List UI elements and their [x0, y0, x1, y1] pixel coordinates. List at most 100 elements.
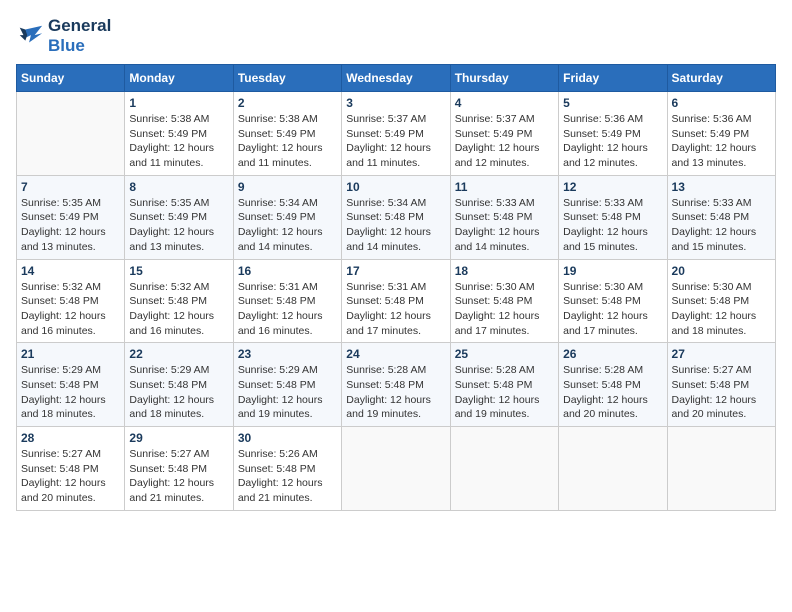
day-info: Sunrise: 5:29 AM Sunset: 5:48 PM Dayligh…: [129, 363, 228, 422]
column-header-friday: Friday: [559, 65, 667, 92]
week-row-4: 21 Sunrise: 5:29 AM Sunset: 5:48 PM Dayli…: [17, 343, 776, 427]
calendar-cell: 17 Sunrise: 5:31 AM Sunset: 5:48 PM Dayli…: [342, 259, 450, 343]
column-header-tuesday: Tuesday: [233, 65, 341, 92]
week-row-2: 7Sunrise: 5:35 AM Sunset: 5:49 PM Daylig…: [17, 175, 776, 259]
calendar-cell: [559, 427, 667, 511]
calendar-cell: 11Sunrise: 5:33 AM Sunset: 5:48 PM Dayli…: [450, 175, 558, 259]
day-number: 21: [21, 347, 120, 361]
day-number: 2: [238, 96, 337, 110]
day-number: 6: [672, 96, 771, 110]
day-number: 5: [563, 96, 662, 110]
day-info: Sunrise: 5:30 AM Sunset: 5:48 PM Dayligh…: [563, 280, 662, 339]
logo: General Blue: [16, 16, 111, 56]
day-info: Sunrise: 5:31 AM Sunset: 5:48 PM Dayligh…: [238, 280, 337, 339]
day-number: 14: [21, 264, 120, 278]
week-row-5: 28 Sunrise: 5:27 AM Sunset: 5:48 PM Dayli…: [17, 427, 776, 511]
day-number: 22: [129, 347, 228, 361]
day-info: Sunrise: 5:37 AM Sunset: 5:49 PM Dayligh…: [455, 112, 554, 171]
column-header-monday: Monday: [125, 65, 233, 92]
day-number: 18: [455, 264, 554, 278]
day-number: 20: [672, 264, 771, 278]
calendar-cell: 13 Sunrise: 5:33 AM Sunset: 5:48 PM Dayli…: [667, 175, 775, 259]
calendar-cell: 1 Sunrise: 5:38 AM Sunset: 5:49 PM Daylig…: [125, 92, 233, 176]
day-info: Sunrise: 5:37 AM Sunset: 5:49 PM Dayligh…: [346, 112, 445, 171]
day-number: 30: [238, 431, 337, 445]
day-info: Sunrise: 5:30 AM Sunset: 5:48 PM Dayligh…: [455, 280, 554, 339]
calendar-cell: [450, 427, 558, 511]
day-number: 8: [129, 180, 228, 194]
calendar-cell: 25 Sunrise: 5:28 AM Sunset: 5:48 PM Dayli…: [450, 343, 558, 427]
day-number: 10: [346, 180, 445, 194]
day-info: Sunrise: 5:28 AM Sunset: 5:48 PM Dayligh…: [563, 363, 662, 422]
calendar-cell: 16 Sunrise: 5:31 AM Sunset: 5:48 PM Dayli…: [233, 259, 341, 343]
calendar-cell: 3 Sunrise: 5:37 AM Sunset: 5:49 PM Daylig…: [342, 92, 450, 176]
day-info: Sunrise: 5:36 AM Sunset: 5:49 PM Dayligh…: [563, 112, 662, 171]
calendar-cell: [17, 92, 125, 176]
calendar-cell: 22 Sunrise: 5:29 AM Sunset: 5:48 PM Dayli…: [125, 343, 233, 427]
calendar-cell: 29 Sunrise: 5:27 AM Sunset: 5:48 PM Dayli…: [125, 427, 233, 511]
calendar-cell: 7Sunrise: 5:35 AM Sunset: 5:49 PM Daylig…: [17, 175, 125, 259]
calendar-cell: 28 Sunrise: 5:27 AM Sunset: 5:48 PM Dayli…: [17, 427, 125, 511]
page-header: General Blue: [16, 16, 776, 56]
calendar-cell: 10Sunrise: 5:34 AM Sunset: 5:48 PM Dayli…: [342, 175, 450, 259]
day-info: Sunrise: 5:31 AM Sunset: 5:48 PM Dayligh…: [346, 280, 445, 339]
calendar-cell: 2 Sunrise: 5:38 AM Sunset: 5:49 PM Daylig…: [233, 92, 341, 176]
calendar-cell: 26 Sunrise: 5:28 AM Sunset: 5:48 PM Dayli…: [559, 343, 667, 427]
day-info: Sunrise: 5:35 AM Sunset: 5:49 PM Dayligh…: [21, 196, 120, 255]
calendar-header-row: SundayMondayTuesdayWednesdayThursdayFrid…: [17, 65, 776, 92]
calendar-cell: 19 Sunrise: 5:30 AM Sunset: 5:48 PM Dayli…: [559, 259, 667, 343]
day-info: Sunrise: 5:35 AM Sunset: 5:49 PM Dayligh…: [129, 196, 228, 255]
day-number: 26: [563, 347, 662, 361]
logo-text: General Blue: [48, 16, 111, 56]
calendar-cell: [342, 427, 450, 511]
day-number: 13: [672, 180, 771, 194]
day-info: Sunrise: 5:32 AM Sunset: 5:48 PM Dayligh…: [21, 280, 120, 339]
day-number: 16: [238, 264, 337, 278]
day-info: Sunrise: 5:27 AM Sunset: 5:48 PM Dayligh…: [21, 447, 120, 506]
calendar-cell: 9 Sunrise: 5:34 AM Sunset: 5:49 PM Daylig…: [233, 175, 341, 259]
calendar-cell: 23 Sunrise: 5:29 AM Sunset: 5:48 PM Dayli…: [233, 343, 341, 427]
day-number: 27: [672, 347, 771, 361]
day-info: Sunrise: 5:28 AM Sunset: 5:48 PM Dayligh…: [455, 363, 554, 422]
column-header-sunday: Sunday: [17, 65, 125, 92]
day-info: Sunrise: 5:34 AM Sunset: 5:49 PM Dayligh…: [238, 196, 337, 255]
day-info: Sunrise: 5:30 AM Sunset: 5:48 PM Dayligh…: [672, 280, 771, 339]
day-info: Sunrise: 5:33 AM Sunset: 5:48 PM Dayligh…: [455, 196, 554, 255]
day-number: 1: [129, 96, 228, 110]
day-number: 4: [455, 96, 554, 110]
column-header-saturday: Saturday: [667, 65, 775, 92]
calendar-cell: 4 Sunrise: 5:37 AM Sunset: 5:49 PM Daylig…: [450, 92, 558, 176]
day-number: 19: [563, 264, 662, 278]
calendar-cell: 15Sunrise: 5:32 AM Sunset: 5:48 PM Dayli…: [125, 259, 233, 343]
day-number: 3: [346, 96, 445, 110]
day-info: Sunrise: 5:29 AM Sunset: 5:48 PM Dayligh…: [238, 363, 337, 422]
column-header-thursday: Thursday: [450, 65, 558, 92]
day-number: 9: [238, 180, 337, 194]
calendar-cell: 8 Sunrise: 5:35 AM Sunset: 5:49 PM Daylig…: [125, 175, 233, 259]
calendar-cell: 5 Sunrise: 5:36 AM Sunset: 5:49 PM Daylig…: [559, 92, 667, 176]
day-info: Sunrise: 5:38 AM Sunset: 5:49 PM Dayligh…: [238, 112, 337, 171]
day-number: 12: [563, 180, 662, 194]
day-info: Sunrise: 5:38 AM Sunset: 5:49 PM Dayligh…: [129, 112, 228, 171]
day-info: Sunrise: 5:28 AM Sunset: 5:48 PM Dayligh…: [346, 363, 445, 422]
week-row-3: 14 Sunrise: 5:32 AM Sunset: 5:48 PM Dayli…: [17, 259, 776, 343]
day-info: Sunrise: 5:36 AM Sunset: 5:49 PM Dayligh…: [672, 112, 771, 171]
day-number: 29: [129, 431, 228, 445]
day-number: 15: [129, 264, 228, 278]
calendar-cell: 14 Sunrise: 5:32 AM Sunset: 5:48 PM Dayli…: [17, 259, 125, 343]
day-number: 25: [455, 347, 554, 361]
day-info: Sunrise: 5:27 AM Sunset: 5:48 PM Dayligh…: [129, 447, 228, 506]
day-info: Sunrise: 5:26 AM Sunset: 5:48 PM Dayligh…: [238, 447, 337, 506]
calendar-cell: 12Sunrise: 5:33 AM Sunset: 5:48 PM Dayli…: [559, 175, 667, 259]
day-number: 28: [21, 431, 120, 445]
day-info: Sunrise: 5:27 AM Sunset: 5:48 PM Dayligh…: [672, 363, 771, 422]
day-info: Sunrise: 5:33 AM Sunset: 5:48 PM Dayligh…: [672, 196, 771, 255]
day-number: 17: [346, 264, 445, 278]
day-number: 23: [238, 347, 337, 361]
week-row-1: 1 Sunrise: 5:38 AM Sunset: 5:49 PM Daylig…: [17, 92, 776, 176]
calendar-cell: 6 Sunrise: 5:36 AM Sunset: 5:49 PM Daylig…: [667, 92, 775, 176]
day-info: Sunrise: 5:29 AM Sunset: 5:48 PM Dayligh…: [21, 363, 120, 422]
calendar-cell: 20 Sunrise: 5:30 AM Sunset: 5:48 PM Dayli…: [667, 259, 775, 343]
calendar-cell: 30 Sunrise: 5:26 AM Sunset: 5:48 PM Dayli…: [233, 427, 341, 511]
calendar-cell: 24Sunrise: 5:28 AM Sunset: 5:48 PM Dayli…: [342, 343, 450, 427]
